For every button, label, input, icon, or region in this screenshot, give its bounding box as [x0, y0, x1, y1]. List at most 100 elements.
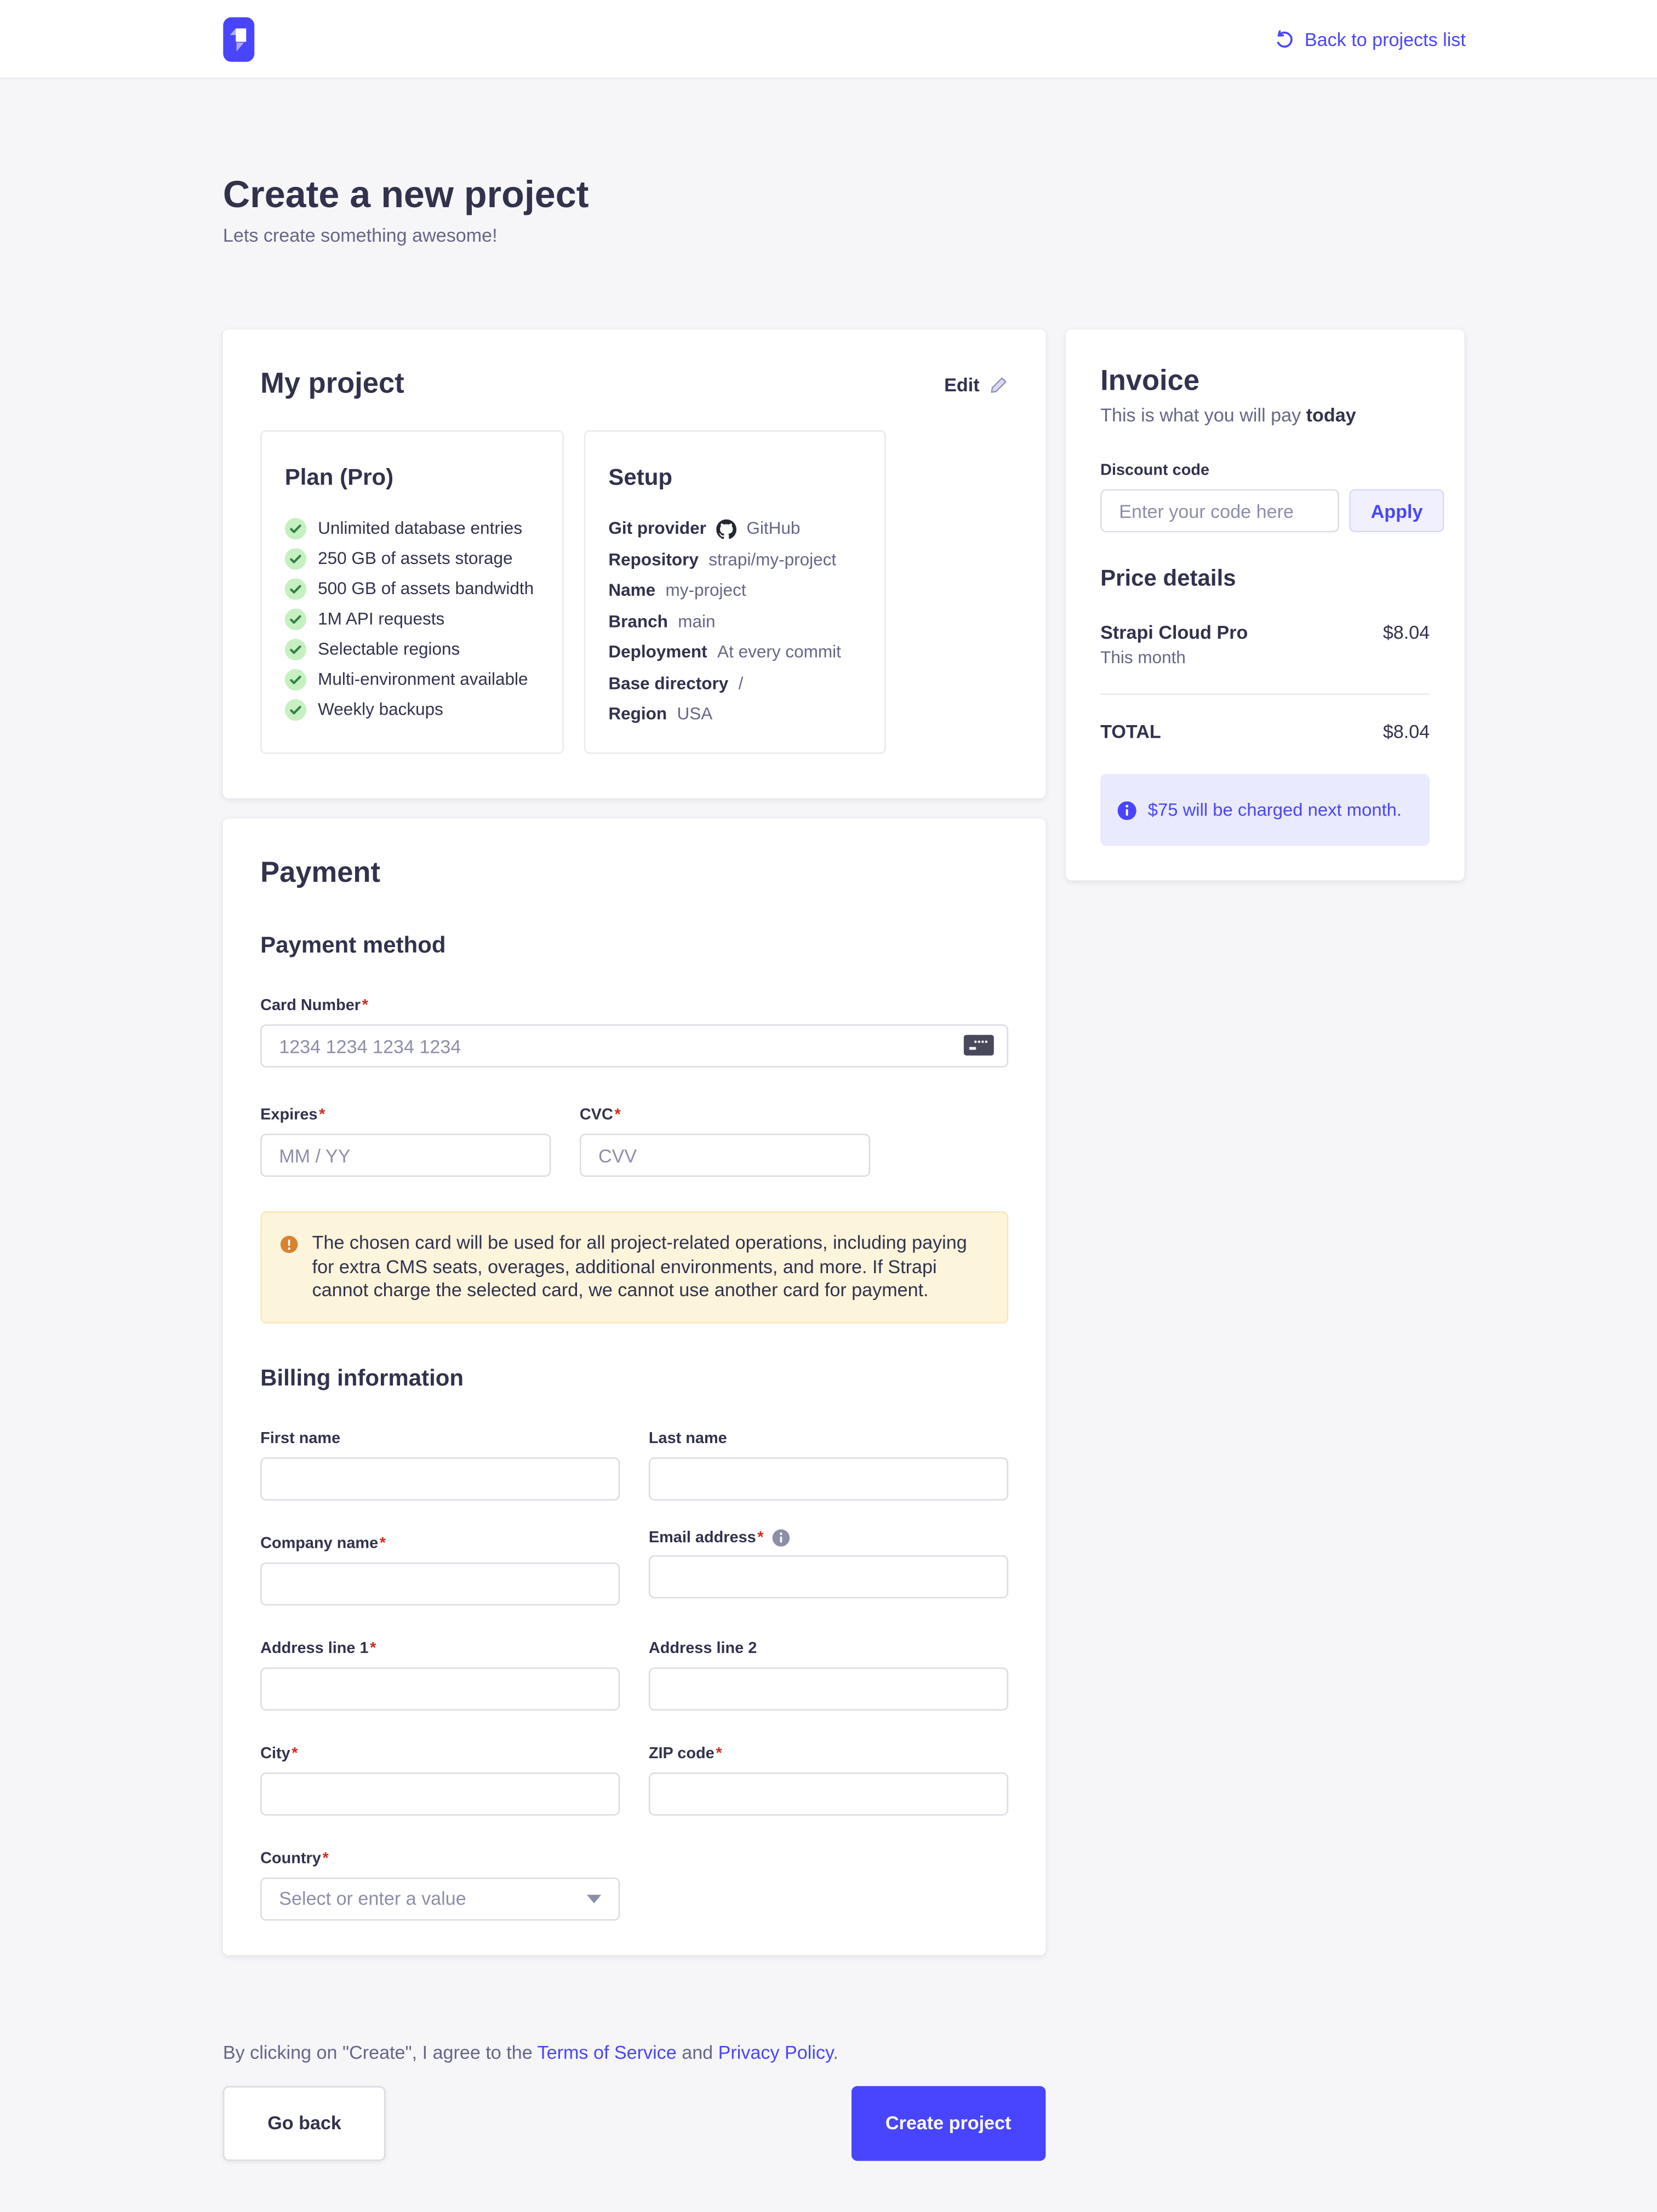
city-field: City — [260, 1738, 620, 1815]
price-line-item: Strapi Cloud Pro This month $8.04 — [1100, 622, 1430, 668]
email-info-icon[interactable] — [772, 1529, 790, 1547]
card-number-field: Card Number — [260, 991, 1008, 1068]
email-label: Email address — [649, 1529, 764, 1547]
note-text: $75 will be charged next month. — [1148, 800, 1402, 820]
setup-row-base-directory: Base directory / — [608, 668, 861, 699]
price-item-period: This month — [1100, 647, 1248, 668]
footer-actions: Go back Create project — [223, 2085, 1046, 2160]
chevron-down-icon — [587, 1894, 601, 1903]
apply-button[interactable]: Apply — [1349, 489, 1444, 533]
payment-title: Payment — [260, 856, 1008, 891]
plan-feature: 1M API requests — [285, 605, 540, 635]
edit-button[interactable]: Edit — [944, 373, 1008, 395]
strapi-logo-icon — [223, 16, 255, 61]
card-usage-warning: The chosen card will be used for all pro… — [260, 1211, 1008, 1322]
country-select-placeholder: Select or enter a value — [279, 1888, 466, 1909]
billing-title: Billing information — [260, 1366, 1008, 1392]
discount-code-input[interactable] — [1100, 489, 1339, 533]
total-label: TOTAL — [1100, 721, 1161, 742]
address1-label: Address line 1 — [260, 1639, 376, 1658]
last-name-field: Last name — [649, 1423, 1008, 1500]
zip-code-label: ZIP code — [649, 1744, 722, 1763]
email-input[interactable] — [649, 1554, 1008, 1598]
last-name-label: Last name — [649, 1429, 727, 1448]
country-field: Country Select or enter a value — [260, 1844, 620, 1920]
company-name-input[interactable] — [260, 1561, 620, 1605]
first-name-label: First name — [260, 1429, 340, 1448]
plan-feature: Unlimited database entries — [285, 514, 540, 544]
zip-code-field: ZIP code — [649, 1738, 1008, 1815]
plan-box: Plan (Pro) Unlimited database entries 25… — [260, 430, 564, 754]
github-icon — [716, 520, 736, 540]
page: Back to projects list Create a new proje… — [0, 0, 1657, 2212]
create-project-button[interactable]: Create project — [851, 2085, 1045, 2160]
address2-input[interactable] — [649, 1667, 1008, 1710]
discount-code-label: Discount code — [1100, 462, 1430, 481]
address1-input[interactable] — [260, 1667, 620, 1710]
page-title: Create a new project — [223, 174, 1464, 215]
warning-text: The chosen card will be used for all pro… — [312, 1232, 984, 1303]
price-item-amount: $8.04 — [1383, 622, 1430, 668]
expires-label: Expires — [260, 1107, 325, 1125]
strapi-cloud-logo[interactable] — [223, 16, 255, 61]
plan-feature: 500 GB of assets bandwidth — [285, 574, 540, 604]
card-number-input[interactable] — [260, 1024, 1008, 1068]
check-icon — [285, 548, 306, 569]
plan-feature-list: Unlimited database entries 250 GB of ass… — [285, 514, 540, 725]
price-divider — [1100, 693, 1430, 695]
edit-label: Edit — [944, 373, 979, 395]
company-name-field: Company name — [260, 1529, 620, 1605]
total-amount: $8.04 — [1383, 721, 1430, 742]
my-project-card: My project Edit Plan (Pro) Unlimi — [223, 329, 1046, 799]
go-back-button[interactable]: Go back — [223, 2085, 386, 2160]
address2-field: Address line 2 — [649, 1634, 1008, 1710]
setup-row-branch: Branch main — [608, 606, 861, 637]
check-icon — [285, 699, 306, 721]
plan-feature: Weekly backups — [285, 695, 540, 725]
check-icon — [285, 608, 306, 630]
invoice-title: Invoice — [1100, 364, 1430, 398]
first-name-input[interactable] — [260, 1457, 620, 1500]
pencil-icon — [990, 375, 1008, 394]
setup-row-git-provider: Git provider GitHub — [608, 514, 861, 544]
my-project-title: My project — [260, 367, 404, 401]
price-details-title: Price details — [1100, 567, 1430, 592]
terms-of-service-link[interactable]: Terms of Service — [538, 2041, 677, 2062]
invoice-card: Invoice This is what you will pay today … — [1066, 329, 1464, 880]
city-input[interactable] — [260, 1772, 620, 1815]
zip-code-input[interactable] — [649, 1772, 1008, 1815]
price-item-name: Strapi Cloud Pro — [1100, 622, 1248, 645]
check-icon — [285, 518, 306, 539]
setup-rows: Git provider GitHub Repository strapi/my… — [608, 514, 861, 730]
credit-card-icon — [964, 1034, 994, 1063]
plan-feature: 250 GB of assets storage — [285, 544, 540, 574]
address2-label: Address line 2 — [649, 1639, 757, 1658]
last-name-input[interactable] — [649, 1457, 1008, 1500]
setup-title: Setup — [608, 466, 861, 492]
warning-icon — [281, 1234, 298, 1260]
privacy-policy-link[interactable]: Privacy Policy — [718, 2041, 833, 2062]
expires-field: Expires — [260, 1101, 551, 1177]
check-icon — [285, 578, 306, 600]
back-link-label: Back to projects list — [1305, 28, 1466, 49]
first-name-field: First name — [260, 1423, 620, 1500]
card-number-label: Card Number — [260, 997, 368, 1016]
payment-method-title: Payment method — [260, 934, 1008, 960]
cvc-input[interactable] — [580, 1134, 870, 1177]
back-to-projects-link[interactable]: Back to projects list — [1275, 28, 1466, 49]
check-icon — [285, 639, 306, 660]
country-select[interactable]: Select or enter a value — [260, 1877, 620, 1920]
email-field: Email address — [649, 1529, 1008, 1605]
address1-field: Address line 1 — [260, 1634, 620, 1710]
invoice-subtitle: This is what you will pay today — [1100, 404, 1430, 427]
setup-box: Setup Git provider GitHub — [584, 430, 886, 754]
plan-title: Plan (Pro) — [285, 466, 540, 492]
app-header: Back to projects list — [0, 0, 1657, 79]
payment-card: Payment Payment method Card Number — [223, 819, 1046, 1954]
total-row: TOTAL $8.04 — [1100, 721, 1430, 742]
plan-feature: Multi-environment available — [285, 665, 540, 695]
back-icon — [1275, 30, 1293, 48]
setup-row-deployment: Deployment At every commit — [608, 637, 861, 668]
expires-input[interactable] — [260, 1134, 551, 1177]
page-subtitle: Lets create something awesome! — [223, 225, 1464, 248]
